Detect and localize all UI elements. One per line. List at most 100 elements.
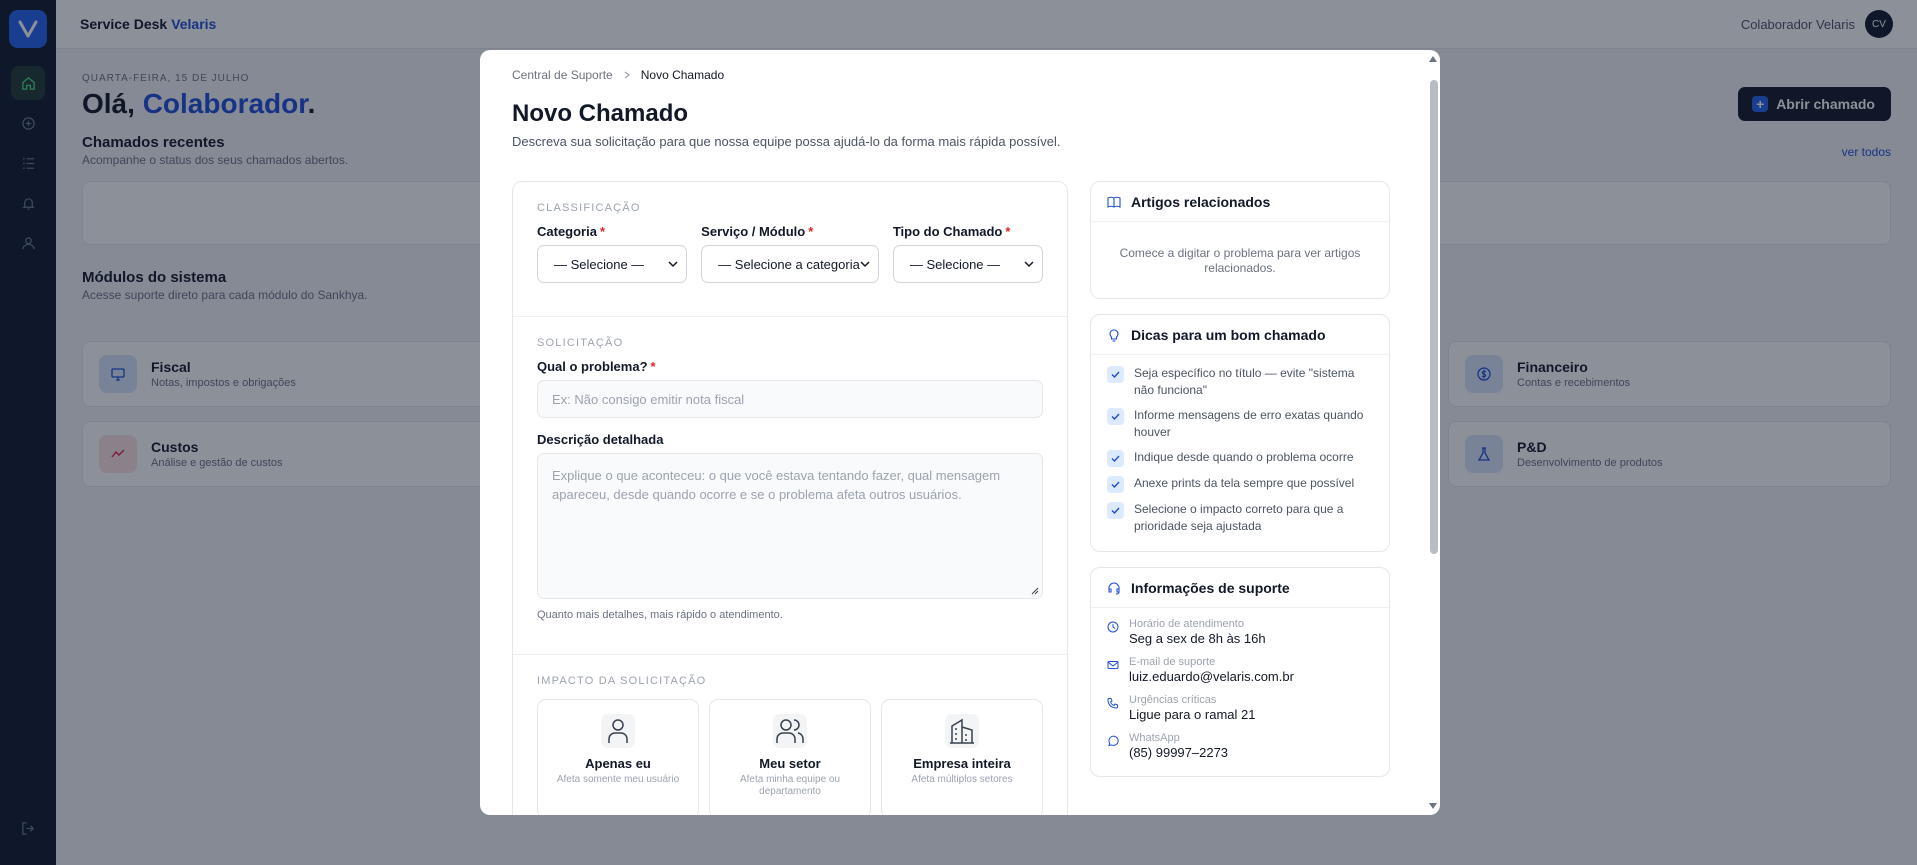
lightbulb-icon: [1109, 328, 1119, 342]
tip-text: Informe mensagens de erro exatas quando …: [1134, 408, 1364, 439]
support-label: Horário de atendimento: [1129, 618, 1244, 630]
description-hint: Quanto mais detalhes, mais rápido o aten…: [537, 609, 783, 621]
category-label: Categoria *: [537, 224, 687, 239]
user-icon: [601, 714, 635, 748]
support-label: WhatsApp: [1129, 732, 1180, 744]
tip-item: Indique desde quando o problema ocorre: [1107, 449, 1373, 467]
impact-desc: Afeta minha equipe ou departamento: [739, 774, 841, 797]
side-panels: Artigos relacionados Comece a digitar o …: [1090, 181, 1390, 792]
field-label-text: Categoria: [537, 224, 597, 239]
scrollbar-thumb[interactable]: [1430, 80, 1438, 554]
support-email-link[interactable]: luiz.eduardo@velaris.com.br: [1129, 669, 1294, 684]
panel-header: Dicas para um bom chamado: [1091, 315, 1389, 355]
required-mark: *: [1005, 224, 1011, 239]
category-select[interactable]: — Selecione —: [537, 245, 688, 283]
breadcrumb: Central de Suporte Novo Chamado: [512, 68, 1408, 82]
impact-desc: Afeta múltiplos setores: [911, 774, 1013, 785]
impact-option-sector[interactable]: Meu setor Afeta minha equipe ou departam…: [709, 699, 871, 815]
related-articles-panel: Artigos relacionados Comece a digitar o …: [1090, 181, 1390, 299]
tip-item: Seja específico no título — evite "siste…: [1107, 365, 1373, 399]
users-icon: [773, 714, 807, 748]
mail-icon: [1107, 661, 1119, 669]
new-ticket-modal: Central de Suporte Novo Chamado Novo Cha…: [480, 50, 1440, 815]
breadcrumb-current: Novo Chamado: [640, 68, 725, 82]
description-textarea[interactable]: Explique o que aconteceu: o que você est…: [537, 453, 1043, 599]
ticket-form: CLASSIFICAÇÃO Categoria * — Selecione — S…: [512, 181, 1068, 815]
field-label-text: Tipo do Chamado: [892, 224, 1003, 239]
tip-text: Indique desde quando o problema ocorre: [1134, 450, 1354, 464]
required-mark: *: [599, 224, 606, 239]
support-hours: Horário de atendimento Seg a sex de 8h às…: [1107, 618, 1373, 646]
check-icon: [1107, 366, 1124, 383]
chevron-down-icon: [860, 261, 870, 268]
support-value: Seg a sex de 8h às 16h: [1129, 631, 1266, 646]
check-icon: [1107, 476, 1124, 493]
field-label-text: Serviço / Módulo: [701, 224, 806, 239]
clock-icon: [1107, 621, 1119, 633]
tip-text: Seja específico no título — evite "siste…: [1134, 366, 1355, 397]
headset-icon: [1108, 582, 1120, 595]
impact-name: Meu setor: [759, 756, 821, 771]
scroll-down-arrow[interactable]: [1428, 801, 1438, 811]
panel-header: Informações de suporte: [1091, 568, 1389, 608]
section-label: SOLICITAÇÃO: [537, 337, 624, 349]
scroll-up-arrow[interactable]: [1428, 54, 1438, 64]
type-select[interactable]: — Selecione —: [892, 245, 1043, 283]
chevron-right-icon: [624, 71, 630, 79]
breadcrumb-home[interactable]: Central de Suporte: [512, 68, 613, 82]
service-select[interactable]: — Selecione a categoria: [701, 245, 879, 283]
description-label: Descrição detalhada: [537, 432, 664, 447]
required-mark: *: [808, 224, 814, 239]
field-label-text: Qual o problema?: [537, 359, 648, 374]
check-icon: [1107, 408, 1124, 425]
problem-input[interactable]: Ex: Não consigo emitir nota fiscal: [537, 380, 1043, 418]
tip-item: Selecione o impacto correto para que a p…: [1107, 501, 1373, 535]
tips-panel: Dicas para um bom chamado Seja específic…: [1090, 314, 1390, 552]
service-label: Serviço / Módulo *: [701, 224, 879, 239]
type-label: Tipo do Chamado *: [893, 224, 1043, 239]
description-placeholder: Explique o que aconteceu: o que você est…: [552, 468, 1001, 502]
tip-text: Anexe prints da tela sempre que possível: [1134, 476, 1355, 490]
panel-header: Artigos relacionados: [1091, 182, 1389, 222]
panel-title: Informações de suporte: [1131, 579, 1290, 596]
support-label: Urgências críticas: [1129, 694, 1217, 706]
select-value: — Selecione a categoria: [718, 256, 860, 272]
impact-section: IMPACTO DA SOLICITAÇÃO Apenas eu Afeta s…: [513, 655, 1067, 815]
tip-text: Selecione o impacto correto para que a p…: [1134, 502, 1344, 533]
select-value: — Selecione —: [554, 256, 645, 272]
chevron-down-icon: [668, 261, 678, 268]
support-value: Ligue para o ramal 21: [1129, 707, 1256, 722]
support-whatsapp: WhatsApp (85) 99997–2273: [1107, 732, 1373, 760]
resize-handle-icon[interactable]: [1031, 587, 1039, 595]
modal-title: Novo Chamado: [512, 100, 689, 127]
support-phone: Urgências críticas Ligue para o ramal 21: [1107, 694, 1373, 722]
support-value: (85) 99997–2273: [1129, 745, 1229, 760]
impact-name: Empresa inteira: [913, 756, 1011, 771]
check-icon: [1107, 502, 1124, 519]
panel-title: Dicas para um bom chamado: [1131, 326, 1326, 343]
problem-label: Qual o problema? *: [537, 359, 1043, 374]
select-value: — Selecione —: [909, 256, 1001, 272]
impact-option-me[interactable]: Apenas eu Afeta somente meu usuário: [537, 699, 699, 815]
tip-item: Informe mensagens de erro exatas quando …: [1107, 407, 1373, 441]
check-icon: [1107, 450, 1124, 467]
articles-empty-state: Comece a digitar o problema para ver art…: [1119, 246, 1361, 275]
classification-section: CLASSIFICAÇÃO Categoria * — Selecione — S…: [513, 182, 1067, 317]
impact-option-company[interactable]: Empresa inteira Afeta múltiplos setores: [881, 699, 1043, 815]
whatsapp-icon: [1108, 735, 1119, 747]
phone-icon: [1107, 698, 1118, 709]
impact-name: Apenas eu: [585, 756, 651, 771]
section-label: CLASSIFICAÇÃO: [537, 202, 641, 214]
panel-title: Artigos relacionados: [1131, 193, 1271, 210]
chevron-down-icon: [1024, 261, 1034, 268]
request-section: SOLICITAÇÃO Qual o problema? * Ex: Não co…: [513, 317, 1067, 655]
modal-subtitle: Descreva sua solicitação para que nossa …: [512, 134, 1061, 149]
building-icon: [945, 714, 979, 748]
required-mark: *: [650, 359, 656, 374]
support-info-panel: Informações de suporte Horário de atendi…: [1090, 567, 1390, 777]
section-label: IMPACTO DA SOLICITAÇÃO: [537, 675, 707, 687]
support-label: E-mail de suporte: [1129, 656, 1216, 668]
tip-item: Anexe prints da tela sempre que possível: [1107, 475, 1373, 493]
impact-desc: Afeta somente meu usuário: [556, 774, 680, 785]
support-email: E-mail de suporte luiz.eduardo@velaris.co…: [1107, 656, 1373, 684]
